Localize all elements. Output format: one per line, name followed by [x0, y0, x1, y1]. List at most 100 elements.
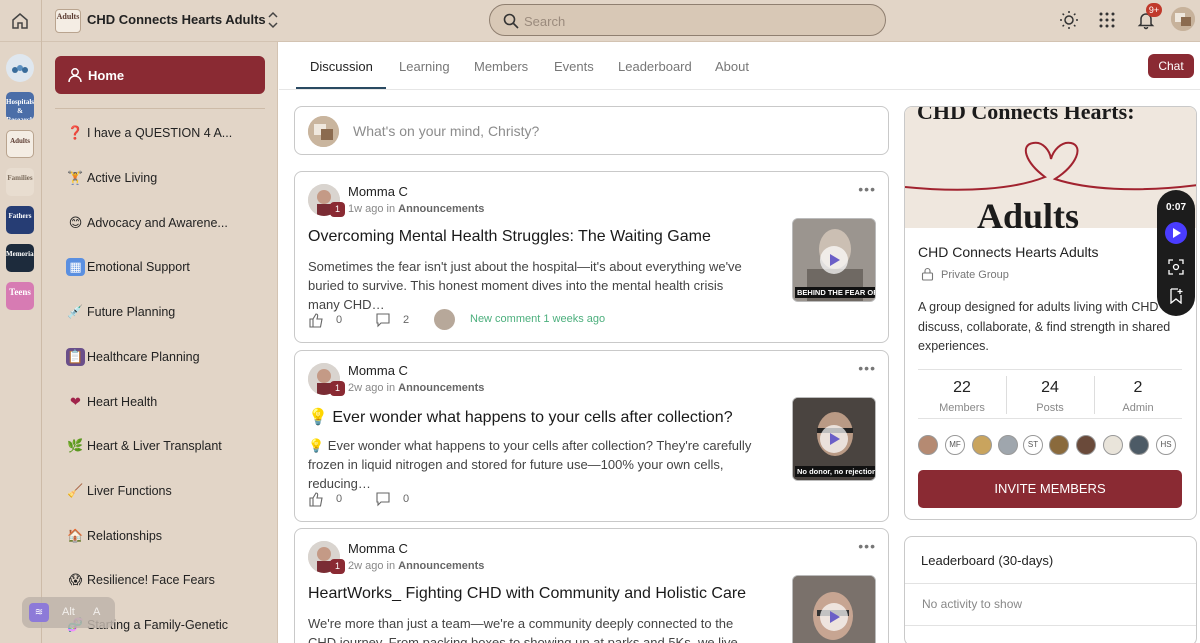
group-switcher-rail: Hospitals & Research Adults Families Fat… [0, 42, 41, 643]
rail-group-thumb[interactable]: Fathers [6, 206, 34, 234]
member-avatar[interactable]: MF [945, 435, 965, 455]
tab-members[interactable]: Members [474, 59, 528, 74]
sidebar-item-relationships[interactable]: 🏠 Relationships [66, 525, 266, 547]
user-icon [68, 68, 82, 83]
post-category[interactable]: Announcements [398, 560, 484, 572]
top-bar: Adults CHD Connects Hearts Adults 9+ [0, 0, 1200, 42]
post-category[interactable]: Announcements [398, 203, 484, 215]
like-button[interactable]: 0 [308, 312, 348, 330]
post-title[interactable]: Overcoming Mental Health Struggles: The … [308, 228, 778, 246]
member-avatar[interactable] [972, 435, 992, 455]
divider [905, 625, 1196, 626]
rail-group-thumb[interactable]: Teens [6, 282, 34, 310]
post-meta: 1w ago in Announcements [348, 203, 484, 215]
sidebar-item-home[interactable]: Home [55, 56, 265, 94]
sidebar-item-label: Active Living [87, 171, 158, 185]
member-avatar[interactable] [998, 435, 1018, 455]
post-card[interactable]: 1 Momma C 2w ago in Announcements ••• He… [294, 528, 889, 643]
sidebar-item-question[interactable]: ❓ I have a QUESTION 4 A... [66, 122, 266, 144]
group-description: A group designed for adults living with … [918, 300, 1173, 353]
sidebar-item-emotional-support[interactable]: ▦ Emotional Support [66, 256, 266, 278]
post-in: in [386, 382, 396, 394]
stat-members[interactable]: 22 Members [918, 370, 1006, 420]
more-options-icon[interactable]: ••• [858, 538, 876, 554]
like-button[interactable]: 0 [308, 491, 348, 509]
theme-sun-icon[interactable] [1059, 10, 1079, 30]
member-avatar[interactable] [918, 435, 938, 455]
post-title[interactable]: 💡 Ever wonder what happens to your cells… [308, 407, 778, 427]
group-thumbnail[interactable]: Adults [55, 9, 81, 33]
post-title[interactable]: HeartWorks_ Fighting CHD with Community … [308, 585, 778, 603]
sidebar-item-future-planning[interactable]: 💉 Future Planning [66, 301, 266, 323]
play-icon[interactable] [1165, 222, 1187, 244]
rail-group-thumb[interactable]: Hospitals & Research [6, 92, 34, 120]
bookmark-add-icon[interactable] [1168, 288, 1184, 304]
chat-button[interactable]: Chat [1148, 54, 1194, 78]
play-icon[interactable] [820, 425, 848, 453]
tab-events[interactable]: Events [554, 59, 594, 74]
tab-discussion[interactable]: Discussion [310, 59, 373, 74]
rail-group-thumb[interactable]: Memorial [6, 244, 34, 272]
sidebar-item-resilience[interactable]: 😱 Resilience! Face Fears [66, 569, 266, 591]
stat-admin[interactable]: 2 Admin [1094, 370, 1182, 420]
user-avatar[interactable] [1171, 7, 1195, 31]
member-avatar[interactable] [1103, 435, 1123, 455]
member-avatar[interactable] [1049, 435, 1069, 455]
invite-members-button[interactable]: INVITE MEMBERS [918, 470, 1182, 508]
post-author[interactable]: Momma C [348, 541, 408, 556]
like-count: 0 [336, 493, 343, 505]
commenter-avatar[interactable] [434, 309, 455, 330]
member-avatar[interactable] [1076, 435, 1096, 455]
sidebar-item-liver-functions[interactable]: 🧹 Liver Functions [66, 480, 266, 502]
sidebar-item-transplant[interactable]: 🌿 Heart & Liver Transplant [66, 435, 266, 457]
group-name[interactable]: CHD Connects Hearts Adults [87, 12, 266, 27]
play-icon[interactable] [820, 246, 848, 274]
video-thumbnail[interactable]: No donor, no rejection— [792, 397, 876, 481]
chevron-up-down-icon[interactable] [266, 10, 280, 30]
sidebar-item-heart-health[interactable]: ❤ Heart Health [66, 391, 266, 413]
comment-button[interactable]: 0 [375, 491, 415, 509]
more-options-icon[interactable]: ••• [858, 360, 876, 376]
composer-placeholder: What's on your mind, Christy? [353, 123, 540, 139]
member-avatar[interactable]: ST [1023, 435, 1043, 455]
new-comment-indicator[interactable]: New comment 1 weeks ago [470, 313, 605, 325]
post-author[interactable]: Momma C [348, 363, 408, 378]
search-bar[interactable] [489, 4, 886, 36]
tab-learning[interactable]: Learning [399, 59, 450, 74]
stat-posts[interactable]: 24 Posts [1006, 370, 1094, 420]
post-composer[interactable]: What's on your mind, Christy? [294, 106, 889, 155]
video-thumbnail[interactable] [792, 575, 876, 643]
sidebar-item-healthcare-planning[interactable]: 📋 Healthcare Planning [66, 346, 266, 368]
sidebar-divider [55, 108, 265, 109]
sidebar-item-label: Relationships [87, 529, 163, 543]
heart-icon: ❤ [70, 394, 81, 409]
sidebar-item-advocacy[interactable]: 😊 Advocacy and Awarene... [66, 212, 266, 234]
alt-label: Alt [62, 606, 75, 618]
search-input[interactable] [524, 11, 864, 31]
member-avatar[interactable] [1129, 435, 1149, 455]
play-icon[interactable] [820, 603, 848, 631]
leaderboard-title: Leaderboard (30-days) [921, 553, 1054, 568]
rail-group-thumb[interactable]: Adults [6, 130, 34, 158]
stat-value: 24 [1041, 379, 1059, 396]
home-icon[interactable] [10, 11, 30, 31]
rail-group-thumb[interactable]: Families [6, 168, 34, 196]
tab-leaderboard[interactable]: Leaderboard [618, 59, 692, 74]
video-thumbnail[interactable]: BEHIND THE FEAR OF [792, 218, 876, 302]
tab-about[interactable]: About [715, 59, 749, 74]
clipboard-icon: 📋 [66, 348, 85, 366]
post-card[interactable]: 1 Momma C 1w ago in Announcements ••• Ov… [294, 171, 889, 343]
exercise-icon: 🏋 [67, 170, 84, 185]
comment-button[interactable]: 2 [375, 312, 415, 330]
more-options-icon[interactable]: ••• [858, 181, 876, 197]
rail-group-thumb[interactable] [6, 54, 34, 82]
post-category[interactable]: Announcements [398, 382, 484, 394]
screenshot-icon[interactable] [1168, 259, 1184, 275]
waveform-icon: ≋ [29, 603, 49, 622]
apps-grid-icon[interactable] [1097, 10, 1117, 30]
accessibility-shortcut[interactable]: ≋ Alt A [22, 597, 115, 628]
post-author[interactable]: Momma C [348, 184, 408, 199]
sidebar-item-active-living[interactable]: 🏋 Active Living [66, 167, 266, 189]
post-card[interactable]: 1 Momma C 2w ago in Announcements ••• 💡 … [294, 350, 889, 522]
member-avatar[interactable]: HS [1156, 435, 1176, 455]
